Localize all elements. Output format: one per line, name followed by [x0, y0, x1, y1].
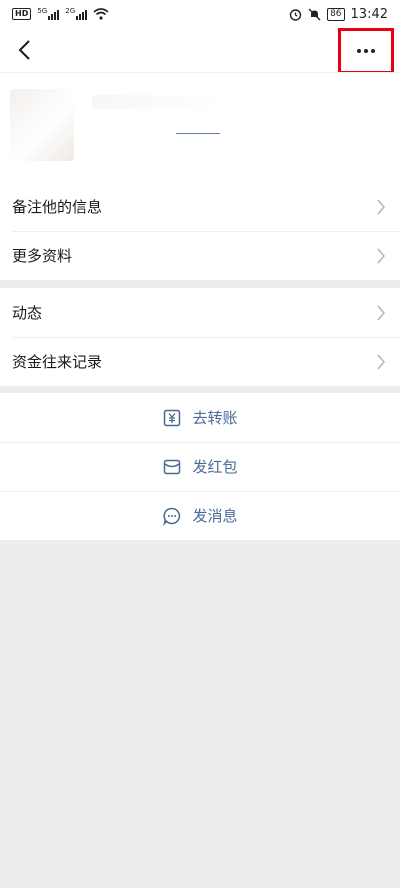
alarm-icon [289, 8, 302, 21]
row-more-info[interactable]: 更多资料 [0, 231, 400, 280]
message-bubble-icon [163, 507, 181, 526]
chevron-right-icon [377, 305, 385, 320]
back-button[interactable] [10, 36, 38, 64]
status-left: HD 5G 2G [12, 8, 109, 20]
sim1-label: 5G [37, 7, 48, 15]
transfer-yuan-icon [164, 409, 181, 426]
status-bar: HD 5G 2G 86 13:42 [0, 0, 400, 28]
more-dots-icon [357, 49, 375, 53]
avatar[interactable] [10, 89, 74, 161]
mute-bell-icon [308, 8, 321, 20]
transfer-label: 去转账 [192, 409, 238, 427]
row-label: 更多资料 [12, 247, 73, 265]
profile-id-underline [176, 133, 220, 134]
row-label: 备注他的信息 [12, 198, 103, 216]
more-options-button[interactable] [338, 28, 394, 74]
chevron-left-icon [18, 40, 30, 60]
row-fund-records[interactable]: 资金往来记录 [0, 337, 400, 386]
send-message-button[interactable]: 发消息 [0, 491, 400, 540]
action-group: 去转账 发红包 发消息 [0, 393, 400, 540]
status-right: 86 13:42 [289, 7, 388, 22]
battery-indicator: 86 [327, 7, 345, 21]
menu-group-1: 备注他的信息 更多资料 [0, 182, 400, 280]
menu-group-2: 动态 资金往来记录 [0, 288, 400, 386]
red-packet-button[interactable]: 发红包 [0, 442, 400, 491]
sim2-label: 2G [65, 7, 76, 15]
row-remark-info[interactable]: 备注他的信息 [0, 182, 400, 231]
send-message-label: 发消息 [192, 507, 238, 525]
status-time: 13:42 [350, 6, 388, 22]
chevron-right-icon [377, 248, 385, 263]
profile-name-blurred [92, 95, 222, 109]
chevron-right-icon [377, 199, 385, 214]
chevron-right-icon [377, 354, 385, 369]
wifi-icon [93, 8, 109, 20]
red-packet-label: 发红包 [192, 458, 238, 476]
signal-icon: 5G [37, 7, 60, 20]
row-label: 资金往来记录 [12, 353, 103, 371]
nav-bar [0, 28, 400, 74]
transfer-button[interactable]: 去转账 [0, 393, 400, 442]
profile-header [0, 72, 400, 183]
row-label: 动态 [12, 304, 43, 322]
hd-badge: HD [12, 8, 32, 20]
signal-icon-2: 2G [65, 7, 88, 20]
row-moments[interactable]: 动态 [0, 288, 400, 337]
red-packet-icon [164, 459, 181, 474]
